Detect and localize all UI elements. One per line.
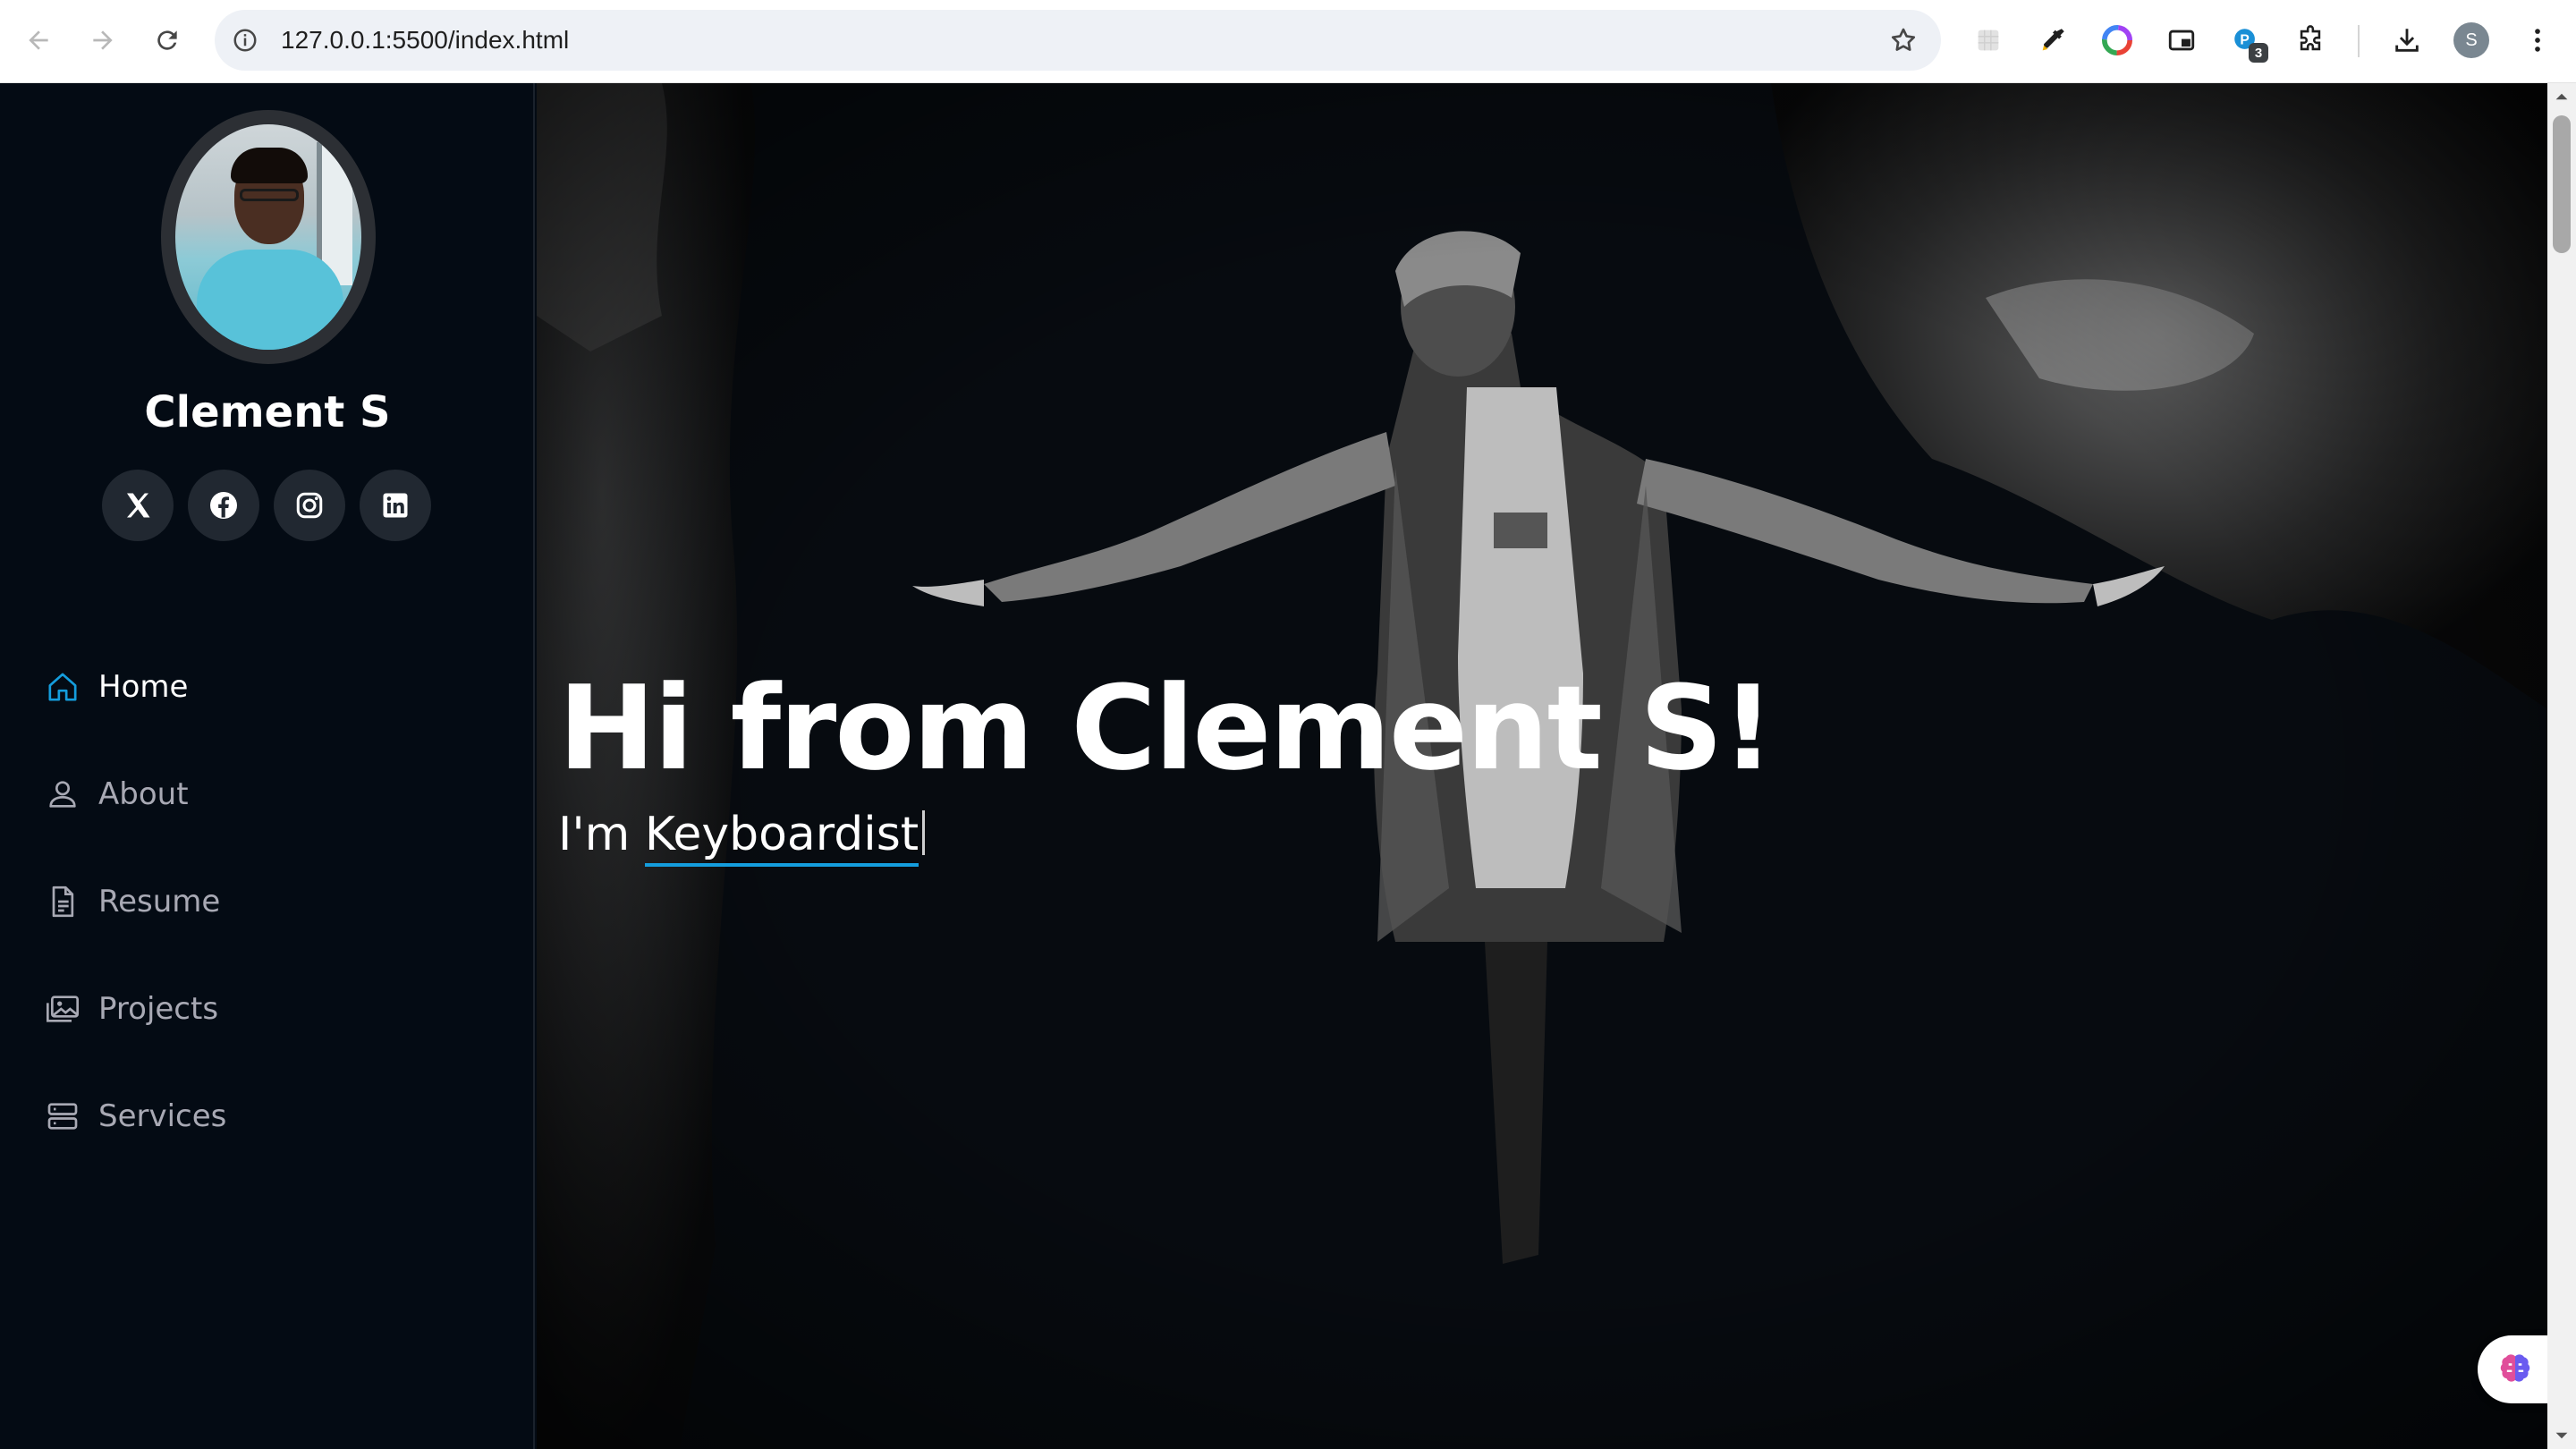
forward-button[interactable] <box>82 20 123 61</box>
server-icon <box>43 1097 82 1136</box>
eyedropper-icon[interactable] <box>2032 20 2073 61</box>
back-button[interactable] <box>18 20 59 61</box>
sidebar: Clement S Home About Resume Projects Ser… <box>0 83 535 1449</box>
forward-icon <box>93 30 113 50</box>
download-icon[interactable] <box>2386 20 2428 61</box>
typing-cursor <box>922 810 926 855</box>
nav-label-about: About <box>98 776 189 812</box>
images-icon <box>43 989 82 1029</box>
browser-toolbar: 127.0.0.1:5500/index.html P 3 S <box>0 0 2576 83</box>
color-wheel-icon[interactable] <box>2097 20 2138 61</box>
person-icon <box>43 775 82 814</box>
profile-initial: S <box>2453 22 2489 58</box>
linkedin-link[interactable] <box>360 470 431 541</box>
extension-grid-icon[interactable] <box>1968 20 2009 61</box>
facebook-link[interactable] <box>188 470 259 541</box>
extension-badge-icon[interactable]: P 3 <box>2225 20 2268 63</box>
hero-subtitle: I'm Keyboardist <box>558 808 926 867</box>
home-icon <box>43 667 82 707</box>
extension-badge-count: 3 <box>2249 43 2268 63</box>
bookmark-star-icon[interactable] <box>1885 22 1921 58</box>
hero-section: Hi from Clement S! I'm Keyboardist <box>537 83 2547 1449</box>
reload-button[interactable] <box>147 20 188 61</box>
x-twitter-icon <box>127 493 150 518</box>
scroll-down-arrow-icon[interactable] <box>2547 1422 2576 1449</box>
back-icon <box>29 30 48 50</box>
nav-item-resume[interactable]: Resume <box>43 870 508 933</box>
profile-avatar[interactable]: S <box>2451 20 2492 61</box>
page-viewport: Clement S Home About Resume Projects Ser… <box>0 83 2576 1449</box>
file-text-icon <box>43 882 82 921</box>
nav-item-projects[interactable]: Projects <box>43 978 508 1040</box>
profile-photo-frame <box>161 110 376 364</box>
nav-label-services: Services <box>98 1098 227 1134</box>
floating-assistant-button[interactable] <box>2478 1335 2553 1403</box>
site-info-icon[interactable] <box>227 22 263 58</box>
profile-photo <box>175 124 361 350</box>
page-scrollbar[interactable] <box>2547 83 2576 1449</box>
social-links <box>102 470 431 541</box>
picture-in-picture-icon[interactable] <box>2161 20 2202 61</box>
nav-item-home[interactable]: Home <box>43 656 508 718</box>
nav-label-projects: Projects <box>98 991 219 1027</box>
nav-label-resume: Resume <box>98 884 221 919</box>
instagram-icon <box>296 492 323 519</box>
svg-text:P: P <box>2240 32 2249 47</box>
toolbar-divider <box>2358 25 2360 57</box>
linkedin-icon <box>383 493 408 518</box>
nav-item-services[interactable]: Services <box>43 1085 508 1148</box>
instagram-link[interactable] <box>274 470 345 541</box>
url-text[interactable]: 127.0.0.1:5500/index.html <box>281 10 569 71</box>
puzzle-icon[interactable] <box>2290 20 2331 61</box>
nav-label-home: Home <box>98 669 189 705</box>
scroll-up-arrow-icon[interactable] <box>2547 83 2576 110</box>
profile-name: Clement S <box>144 387 391 437</box>
hero-title: Hi from Clement S! <box>558 660 1775 796</box>
hero-typed-text: Keyboardist <box>644 808 919 867</box>
reload-icon <box>157 30 177 50</box>
scrollbar-thumb[interactable] <box>2553 115 2571 253</box>
facebook-icon <box>210 492 237 519</box>
more-vert-icon[interactable] <box>2517 20 2558 61</box>
x-twitter-link[interactable] <box>102 470 174 541</box>
address-bar[interactable]: 127.0.0.1:5500/index.html <box>215 10 1941 71</box>
nav-item-about[interactable]: About <box>43 763 508 826</box>
hero-subtitle-prefix: I'm <box>558 808 645 861</box>
brain-icon <box>2500 1354 2530 1382</box>
